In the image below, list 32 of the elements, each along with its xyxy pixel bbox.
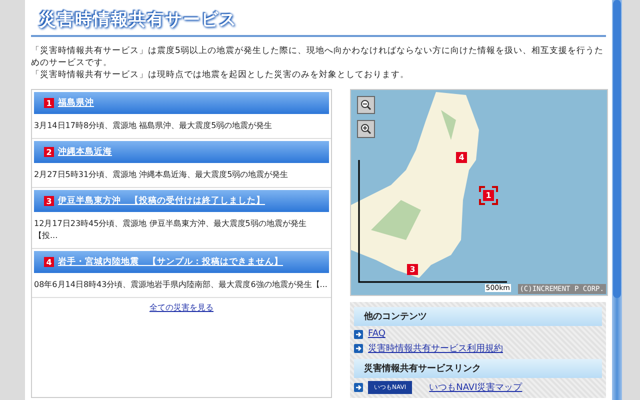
scrollbar[interactable] [612, 0, 622, 400]
zoom-out-icon [360, 99, 372, 111]
all-disasters-link[interactable]: 全ての災害を見る [150, 303, 214, 312]
sidebar-link[interactable]: 災害時情報共有サービス利用規約 [368, 342, 503, 355]
zoom-out-button[interactable] [357, 96, 375, 114]
map-marker[interactable]: 1 [479, 186, 498, 205]
arrow-icon [354, 330, 363, 338]
page-title: 災害時情報共有サービス [39, 8, 238, 31]
number-badge: 3 [44, 196, 54, 206]
intro-text: 「災害時情報共有サービス」は現時点では地震を起因とした災害のみを対象としております。 [31, 69, 410, 81]
disaster-link[interactable]: 沖縄本島近海 [58, 146, 112, 158]
intro-text: 「災害時情報共有サービス」は震度5弱以上の地震が発生した際に、現地へ向かわなければならない方に向けた情報を扱い、相互支援を行うためのサービスです。 [31, 45, 604, 69]
disaster-link[interactable]: 伊豆半島東方沖 【投稿の受付けは終了しました】 [58, 195, 265, 207]
number-badge: 4 [44, 257, 54, 267]
disaster-description: 12月17日23時45分頃、震源地 伊豆半島東方沖、最大震度5弱の地震が発生【投... [34, 218, 308, 242]
map-marker[interactable]: 4 [456, 152, 467, 163]
section-heading: 災害情報共有サービスリンク [354, 359, 602, 378]
arrow-icon [354, 344, 363, 353]
number-badge: 1 [44, 98, 54, 108]
number-badge: 2 [44, 147, 54, 157]
arrow-icon [354, 383, 363, 392]
disaster-description: 2月27日5時31分頃、震源地 沖縄本島近海、最大震度5弱の地震が発生 [34, 169, 290, 181]
sidebar-link[interactable]: FAQ [368, 329, 386, 339]
map-marker[interactable]: 3 [407, 264, 418, 275]
disaster-description: 08年6月14日8時43分頃、震源地岩手県内陸南部、最大震度6強の地震が発生【... [34, 279, 328, 291]
zoom-in-icon [360, 123, 372, 135]
disaster-link[interactable]: 福島県沖 [58, 97, 94, 109]
disaster-description: 3月14日17時8分頃、震源地 福島県沖、最大震度5弱の地震が発生 [34, 120, 274, 132]
sidebar-link[interactable]: いつもNAVI災害マップ [429, 381, 522, 394]
disaster-link[interactable]: 岩手・宮城内陸地震 【サンプル：投稿はできません】 [58, 256, 283, 268]
zoom-in-button[interactable] [357, 120, 375, 138]
section-heading: 他のコンテンツ [354, 307, 602, 326]
